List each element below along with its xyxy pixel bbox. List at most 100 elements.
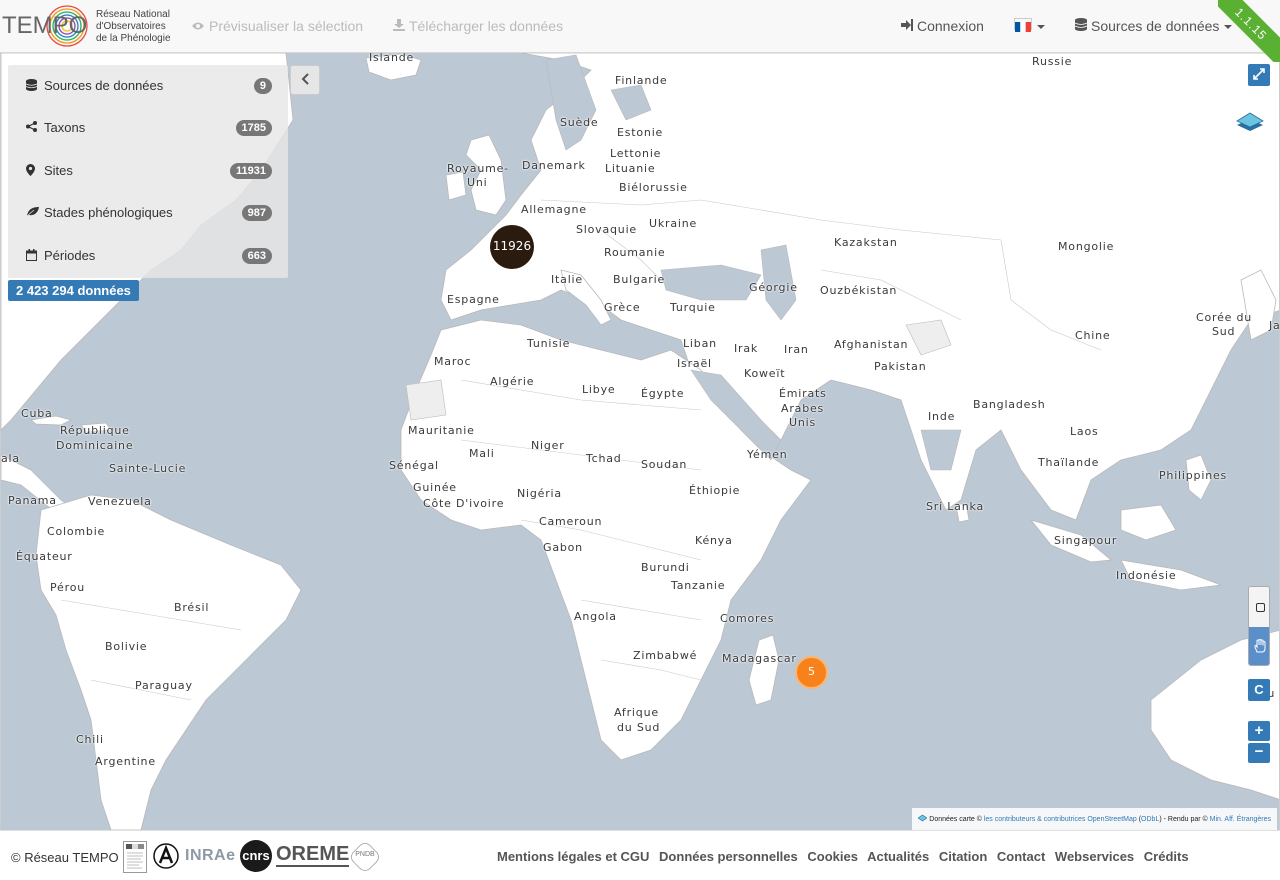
map-label: Chili — [76, 733, 104, 746]
footer-link-webservices[interactable]: Webservices — [1055, 849, 1134, 864]
map-label: Biélorussie — [619, 181, 688, 194]
map-label: Corée du — [1196, 311, 1253, 324]
map-label: Italie — [551, 273, 583, 286]
cnrs-logo-text: cnrs — [240, 840, 272, 872]
fullscreen-button[interactable] — [1248, 64, 1270, 86]
map-label: Sud — [1212, 325, 1236, 338]
map-label: Tunisie — [527, 337, 571, 350]
logo-subtitle-line: Réseau National — [96, 9, 170, 20]
footer-link-credits[interactable]: Crédits — [1144, 849, 1189, 864]
pan-tool[interactable] — [1249, 627, 1269, 665]
tempo-logo[interactable]: TEMPO Réseau National d'Observatoires de… — [0, 0, 175, 52]
map-label: Madagascar — [722, 652, 797, 665]
map-label: Gabon — [543, 541, 583, 554]
map-label: Sainte-Lucie — [109, 462, 187, 475]
map-label: Turquie — [670, 301, 716, 314]
map-label: Lituanie — [605, 162, 656, 175]
copyright-text: © Réseau TEMPO — [11, 850, 119, 865]
map-label: Kazakstan — [834, 236, 898, 249]
language-dropdown[interactable] — [1014, 18, 1045, 34]
footer-link-cookies[interactable]: Cookies — [807, 849, 858, 864]
zoom-in-button[interactable]: + — [1248, 721, 1270, 741]
filter-label: Taxons — [44, 120, 86, 135]
count-badge: 1785 — [235, 120, 272, 136]
map-label: Afrique — [614, 706, 659, 719]
database-icon — [25, 79, 38, 94]
map-label: Lettonie — [610, 147, 662, 160]
map-label: Thaïlande — [1038, 456, 1100, 469]
filter-item-periods[interactable]: Périodes 663 — [8, 235, 288, 277]
map-cluster-marker[interactable]: 11926 — [490, 225, 534, 269]
republique-francaise-logo-icon — [123, 841, 147, 873]
map-label: Dominicaine — [56, 439, 134, 452]
data-sources-dropdown[interactable]: Sources de données — [1074, 18, 1233, 34]
filter-label: Périodes — [44, 248, 96, 263]
footer-link-contact[interactable]: Contact — [997, 849, 1045, 864]
map-label: Soudan — [641, 458, 688, 471]
partner-logo-a[interactable] — [153, 843, 179, 874]
map-label: Niger — [531, 439, 565, 452]
version-label: 1.1.15 — [1218, 0, 1280, 62]
select-rectangle-tool[interactable] — [1249, 587, 1269, 627]
partner-logo-ministry[interactable] — [123, 841, 147, 878]
expand-icon — [1253, 67, 1265, 82]
map-label: Paraguay — [135, 679, 193, 692]
map-label: Libye — [582, 383, 616, 396]
map-label: Zimbabwé — [633, 649, 698, 662]
logo-subtitle: Réseau National d'Observatoires de la Ph… — [96, 9, 171, 45]
preview-selection-link[interactable]: Prévisualiser la sélection — [191, 18, 363, 34]
map-label: Liban — [683, 337, 717, 350]
count-badge: 9 — [253, 78, 272, 94]
odbl-link[interactable]: ODbL — [1141, 816, 1159, 823]
zoom-out-button[interactable]: − — [1248, 743, 1270, 763]
map-label: Allemagne — [521, 203, 587, 216]
map-label: Afghanistan — [834, 338, 909, 351]
partner-logo-oreme[interactable]: OREME — [276, 843, 350, 867]
footer-link-news[interactable]: Actualités — [867, 849, 929, 864]
partner-logo-cnrs[interactable]: cnrs — [240, 840, 272, 872]
map-label: Singapour — [1054, 534, 1118, 547]
footer-link-legal[interactable]: Mentions légales et CGU — [497, 849, 649, 864]
download-data-link[interactable]: Télécharger les données — [393, 18, 563, 34]
map-view[interactable]: Islande Finlande Russie Suède Estonie Le… — [0, 53, 1280, 830]
partner-logo-inrae[interactable]: INRAe — [185, 847, 236, 865]
footer-link-personal-data[interactable]: Données personnelles — [659, 849, 798, 864]
chevron-left-icon — [301, 71, 309, 88]
map-cluster-marker[interactable]: 5 — [795, 656, 828, 689]
download-data-label: Télécharger les données — [409, 18, 564, 34]
renderer-link[interactable]: Min. Aff. Étrangères — [1210, 816, 1271, 823]
osm-contributors-link[interactable]: les contributeurs & contributrices OpenS… — [984, 816, 1137, 823]
map-label: Indonésie — [1116, 569, 1177, 582]
partner-logo-pndb[interactable]: PNDB — [348, 840, 382, 874]
layers-control-button[interactable] — [1235, 109, 1265, 139]
download-icon — [393, 18, 405, 34]
map-label: Laos — [1070, 425, 1099, 438]
map-label: Ukraine — [649, 217, 698, 230]
logo-subtitle-line: d'Observatoires — [96, 21, 166, 32]
french-flag-icon — [1014, 18, 1032, 32]
login-label: Connexion — [917, 18, 984, 34]
map-label: Sri Lanka — [926, 500, 985, 513]
map-label: Koweït — [744, 367, 786, 380]
footer-link-citation[interactable]: Citation — [939, 849, 987, 864]
map-label: Iran — [784, 343, 809, 356]
filter-item-taxons[interactable]: Taxons 1785 — [8, 107, 288, 149]
sign-in-icon — [901, 18, 913, 34]
filter-item-data-sources[interactable]: Sources de données 9 — [8, 65, 288, 107]
reset-view-button[interactable]: C — [1248, 679, 1270, 701]
map-label: Guinée — [413, 481, 457, 494]
map-label: Estonie — [617, 126, 664, 139]
chevron-down-icon — [1037, 25, 1045, 30]
filter-item-sites[interactable]: Sites 11931 — [8, 150, 288, 192]
map-label: Islande — [369, 53, 415, 64]
map-label: Cuba — [21, 407, 53, 420]
count-badge: 663 — [241, 248, 272, 264]
login-link[interactable]: Connexion — [901, 18, 984, 34]
map-label: Danemark — [522, 159, 586, 172]
map-label: Grèce — [604, 301, 641, 314]
collapse-panel-button[interactable] — [290, 65, 320, 95]
top-navbar: TEMPO Réseau National d'Observatoires de… — [0, 0, 1280, 62]
map-label: Colombie — [47, 525, 106, 538]
eye-icon — [191, 18, 205, 34]
filter-item-phenological-stages[interactable]: Stades phénologiques 987 — [8, 192, 288, 234]
